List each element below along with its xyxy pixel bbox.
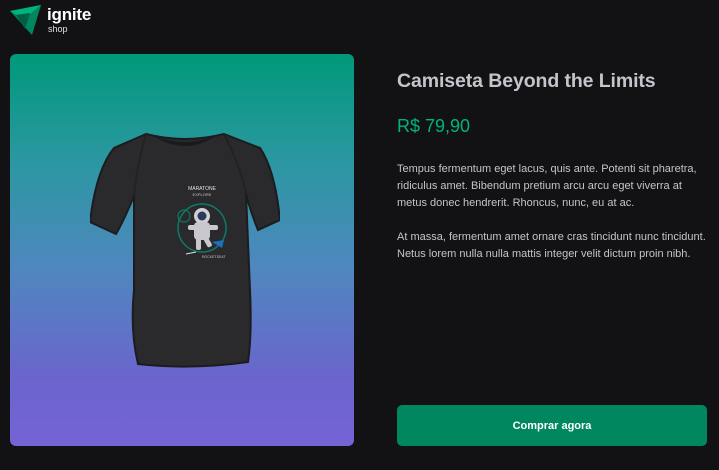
buy-now-button[interactable]: Comprar agora bbox=[397, 405, 707, 446]
svg-text:EXPLORE: EXPLORE bbox=[193, 192, 212, 197]
app-header: ignite shop bbox=[10, 3, 91, 37]
brand-sub: shop bbox=[48, 24, 68, 34]
logo-text[interactable]: ignite shop bbox=[47, 6, 91, 34]
product-title: Camiseta Beyond the Limits bbox=[397, 70, 656, 92]
product-image-container: MARATONE EXPLORE ROCKETSEAT bbox=[10, 54, 354, 446]
product-description: Tempus fermentum eget lacus, quis ante. … bbox=[397, 163, 706, 260]
tshirt-astronaut-image: MARATONE EXPLORE ROCKETSEAT bbox=[90, 132, 280, 368]
ignite-logo-icon[interactable] bbox=[10, 5, 41, 35]
svg-text:ROCKETSEAT: ROCKETSEAT bbox=[202, 255, 226, 259]
product-price: R$ 79,90 bbox=[397, 116, 471, 136]
product-details: Camiseta Beyond the Limits R$ 79,90 Temp… bbox=[397, 70, 709, 274]
brand-name: ignite bbox=[47, 5, 92, 24]
